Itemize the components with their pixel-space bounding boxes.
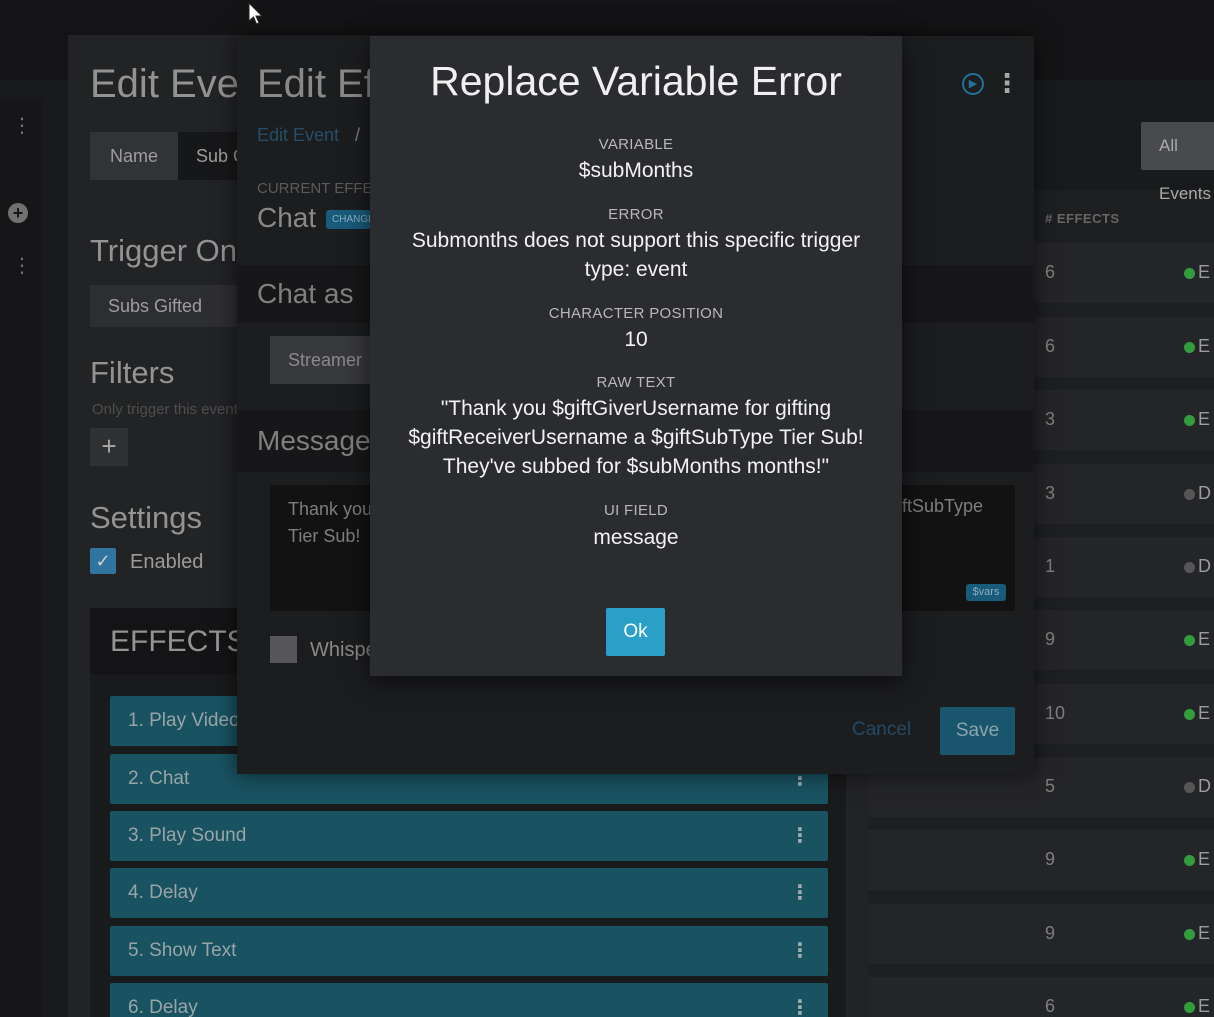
replace-variable-error-modal: [370, 36, 902, 676]
character-position-value: 10: [624, 328, 648, 351]
character-position-label: CHARACTER POSITION: [548, 305, 724, 322]
variable-label: VARIABLE: [598, 136, 674, 153]
raw-text-label: RAW TEXT: [596, 374, 676, 391]
raw-text-value: "Thank you $giftGiverUsername for giftin…: [408, 397, 864, 478]
ok-button[interactable]: Ok: [606, 608, 665, 656]
error-label: ERROR: [608, 206, 664, 223]
ui-field-label: UI FIELD: [603, 502, 669, 519]
error-value: Submonths does not support this specific…: [411, 229, 861, 281]
mouse-cursor-icon: [248, 2, 264, 25]
variable-value: $subMonths: [578, 159, 694, 182]
ui-field-value: message: [593, 526, 679, 549]
modal-title: Replace Variable Error: [430, 58, 842, 104]
